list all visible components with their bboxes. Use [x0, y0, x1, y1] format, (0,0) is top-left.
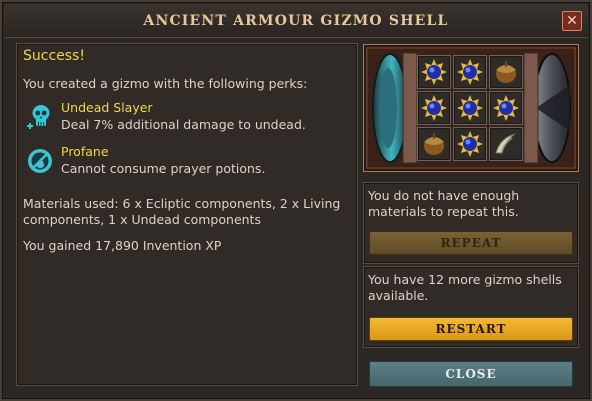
gizmo-slot-grid: [417, 55, 523, 161]
gizmo-slot[interactable]: [489, 55, 523, 89]
ecliptic-component-icon: [493, 95, 519, 121]
living-component-icon: [424, 133, 444, 155]
ecliptic-component-icon: [421, 95, 447, 121]
restart-message: You have 12 more gizmo shells available.: [368, 272, 562, 303]
restart-button[interactable]: RESTART: [369, 317, 573, 341]
gizmo-slot[interactable]: [453, 55, 487, 89]
gizmo-slot[interactable]: [417, 91, 451, 125]
ecliptic-component-icon: [421, 59, 447, 85]
no-prayer-icon: [28, 149, 52, 173]
living-component-icon: [496, 61, 516, 83]
result-panel: Success! You created a gizmo with the fo…: [16, 43, 358, 386]
ecliptic-component-icon: [457, 95, 483, 121]
repeat-message: You do not have enough materials to repe…: [368, 188, 520, 219]
gizmo-slot[interactable]: [453, 127, 487, 161]
xp-gained-text: You gained 17,890 Invention XP: [23, 238, 222, 253]
materials-used-text: Materials used: 6 x Ecliptic components,…: [23, 196, 341, 227]
gizmo-slot[interactable]: [489, 127, 523, 161]
gizmo-slot[interactable]: [489, 91, 523, 125]
created-gizmo-text: You created a gizmo with the following p…: [23, 76, 308, 91]
perk-undead-slayer: Undead Slayer Deal 7% additional damage …: [23, 100, 343, 134]
perk-name: Undead Slayer: [61, 100, 153, 115]
gizmo-slot[interactable]: [417, 55, 451, 89]
perk-description: Deal 7% additional damage to undead.: [61, 117, 306, 132]
gizmo-slot[interactable]: [453, 91, 487, 125]
close-button[interactable]: CLOSE: [369, 361, 573, 387]
perk-description: Cannot consume prayer potions.: [61, 161, 266, 176]
gizmo-shell-window: ANCIENT ARMOUR GIZMO SHELL ✕ Success! Yo…: [0, 0, 592, 401]
ecliptic-component-icon: [457, 131, 483, 157]
perk-name: Profane: [61, 144, 109, 159]
gizmo-slot[interactable]: [417, 127, 451, 161]
undead-component-icon: [495, 133, 516, 154]
perk-profane: Profane Cannot consume prayer potions.: [23, 144, 343, 178]
success-text: Success!: [23, 48, 85, 64]
title-bar[interactable]: ANCIENT ARMOUR GIZMO SHELL ✕: [4, 4, 588, 38]
repeat-button[interactable]: REPEAT: [369, 231, 573, 255]
skull-icon: [27, 105, 50, 129]
window-title: ANCIENT ARMOUR GIZMO SHELL: [143, 13, 449, 29]
close-icon[interactable]: ✕: [562, 11, 582, 31]
ecliptic-component-icon: [457, 59, 483, 85]
